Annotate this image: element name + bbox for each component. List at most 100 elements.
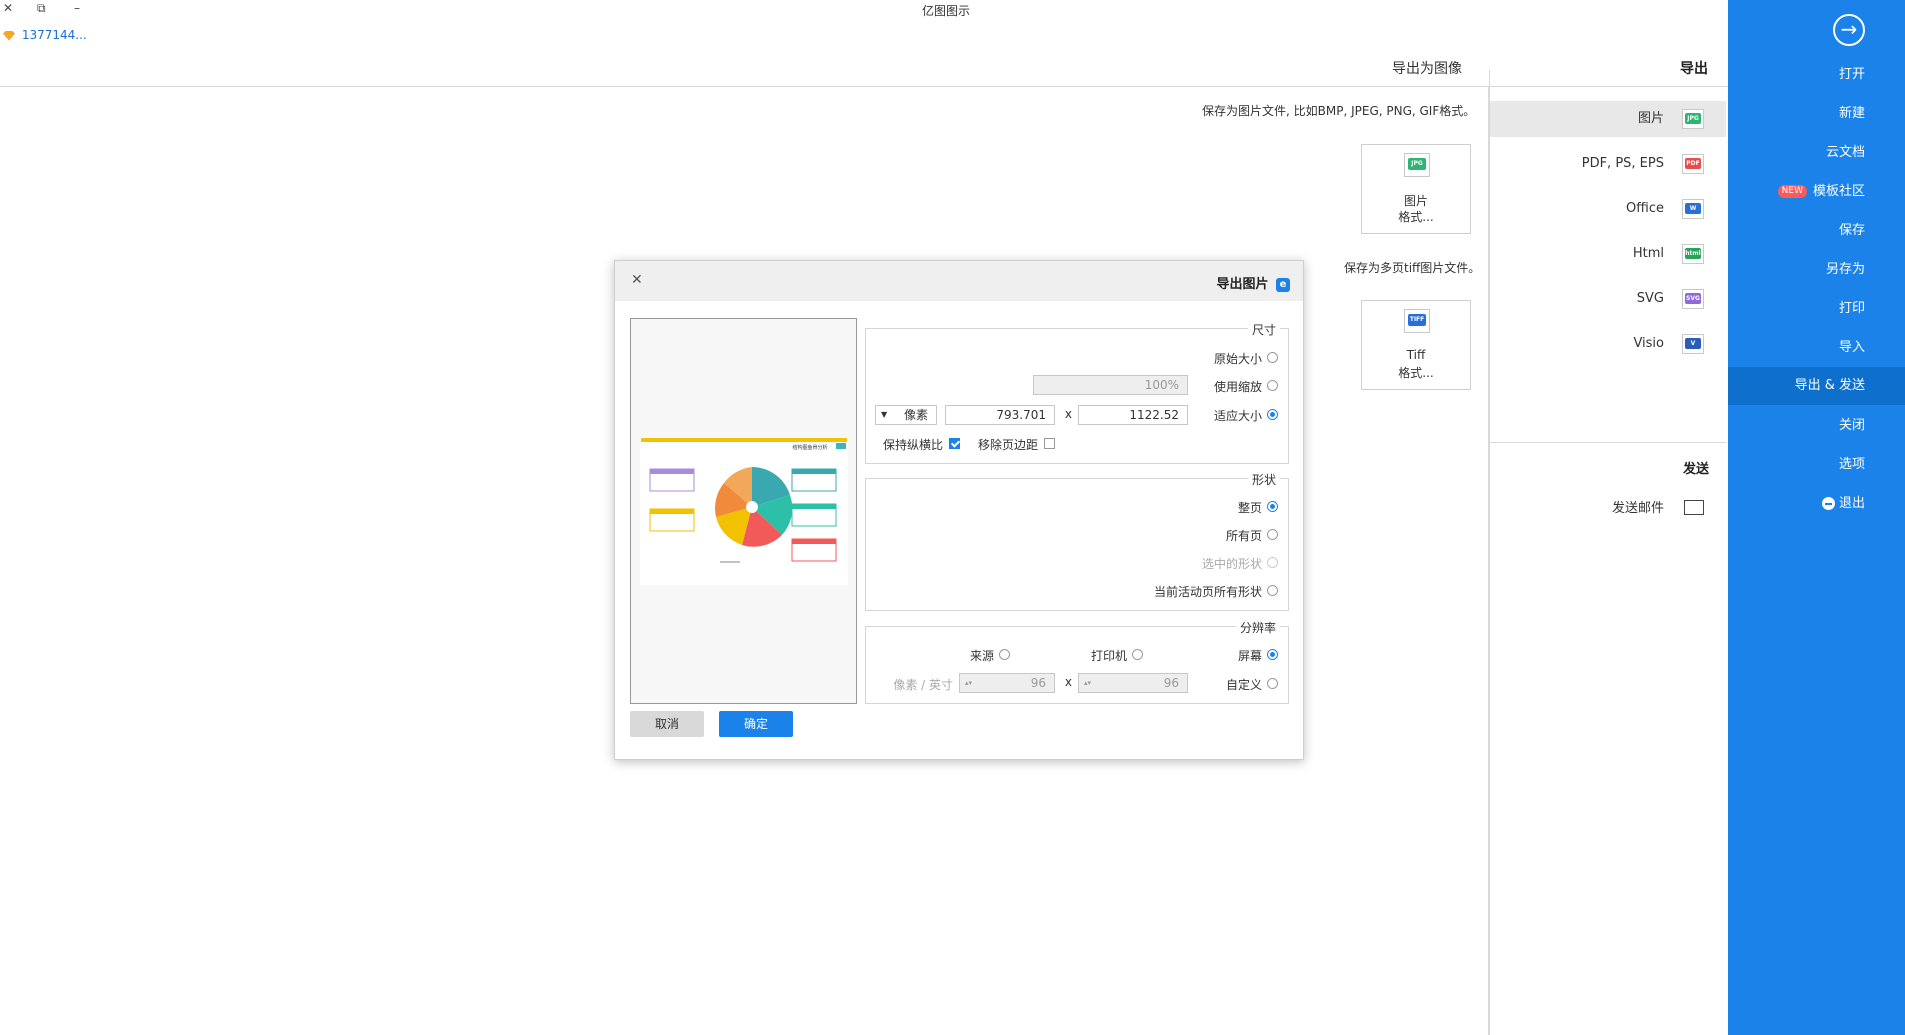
selected-shapes-label: 选中的形状 bbox=[1201, 557, 1262, 571]
tiff-description: 保存为多页tiff图片文件。 bbox=[1344, 261, 1481, 275]
user-name[interactable]: 1377144... bbox=[22, 28, 87, 42]
resolution-group: 分辨率 屏幕 打印机 来源 自定义 ▴▾ 96 x ▴▾ 96 像素 / 英寸 bbox=[865, 619, 1289, 704]
printer-label: 打印机 bbox=[1090, 649, 1127, 663]
original-size-label: 原始大小 bbox=[1213, 352, 1262, 366]
window-title: 亿图图示 bbox=[922, 4, 971, 18]
jpg-icon: JPG bbox=[1404, 153, 1430, 177]
unit-select[interactable]: ▼ 像素 bbox=[875, 405, 937, 425]
card-label: Tiff bbox=[1406, 348, 1426, 362]
sidebar-item-label: 退出 bbox=[1838, 496, 1865, 511]
back-arrow-icon[interactable]: → bbox=[1833, 14, 1865, 46]
sidebar-item-cloud[interactable]: 云文档 bbox=[1728, 134, 1905, 172]
height-input[interactable]: 793.701 bbox=[945, 405, 1055, 425]
custom-radio[interactable] bbox=[1267, 678, 1278, 689]
sidebar-item-close[interactable]: 关闭 bbox=[1728, 407, 1905, 445]
all-pages-radio[interactable] bbox=[1267, 529, 1278, 540]
whole-page-radio[interactable] bbox=[1267, 501, 1278, 512]
sidebar-item-save[interactable]: 保存 bbox=[1728, 212, 1905, 250]
stepper-icon: ▴▾ bbox=[965, 679, 973, 687]
sidebar-item-exit[interactable]: 退出 bbox=[1728, 485, 1905, 523]
sidebar-item-import[interactable]: 导入 bbox=[1728, 329, 1905, 367]
jpg-icon: JPG bbox=[1682, 109, 1704, 129]
shape-group: 形状 整页 所有页 选中的形状 当前活动页所有形状 bbox=[865, 471, 1289, 611]
detail-title: 导出为图像 bbox=[1392, 61, 1462, 77]
send-email-item[interactable]: 发送邮件 bbox=[1490, 491, 1726, 527]
image-format-card[interactable]: JPG 图片 格式... bbox=[1361, 144, 1471, 234]
current-page-shapes-radio[interactable] bbox=[1267, 585, 1278, 596]
minimize-window-button[interactable]: – bbox=[74, 1, 80, 15]
export-type-image[interactable]: JPG 图片 bbox=[1490, 101, 1726, 137]
size-times-label: x bbox=[1064, 407, 1072, 421]
dialog-header: ✕ 导出图片 e bbox=[615, 261, 1303, 301]
selected-shapes-radio[interactable] bbox=[1267, 557, 1278, 568]
source-label: 来源 bbox=[969, 649, 994, 663]
export-type-list: JPG 图片 PDF PDF, PS, EPS W Office html Ht… bbox=[1489, 70, 1729, 1035]
export-type-label: 图片 bbox=[1637, 111, 1664, 126]
export-type-visio[interactable]: V Visio bbox=[1490, 326, 1726, 362]
svg-icon: SVG bbox=[1682, 289, 1704, 309]
preview-diagram: 结构图鱼骨分析 xxxxxxxxxx bbox=[641, 438, 847, 564]
remove-margin-checkbox[interactable] bbox=[1044, 438, 1055, 449]
keep-ratio-checkbox[interactable] bbox=[949, 438, 960, 449]
sidebar-item-new[interactable]: 新建 bbox=[1728, 95, 1905, 133]
sidebar-item-open[interactable]: 打开 bbox=[1728, 56, 1905, 94]
stepper-icon: ▴▾ bbox=[1084, 679, 1092, 687]
res-unit-label: 像素 / 英寸 bbox=[893, 678, 953, 692]
whole-page-label: 整页 bbox=[1237, 501, 1262, 515]
printer-radio[interactable] bbox=[1132, 649, 1143, 660]
size-group: 尺寸 原始大小 使用缩放 100% 适应大小 1122.52 x 793.701… bbox=[865, 321, 1289, 464]
card-sublabel: 格式... bbox=[1398, 210, 1434, 224]
new-badge: NEW bbox=[1777, 185, 1807, 198]
sidebar-item-label: 模板社区 bbox=[1812, 184, 1865, 199]
sidebar-item-save-as[interactable]: 另存为 bbox=[1728, 251, 1905, 289]
svg-text:xxxxxxxxxx: xxxxxxxxxx bbox=[720, 559, 740, 564]
export-type-label: Office bbox=[1626, 201, 1664, 216]
res-x-input[interactable]: ▴▾ 96 bbox=[1078, 673, 1188, 693]
send-email-label: 发送邮件 bbox=[1611, 501, 1664, 516]
source-radio[interactable] bbox=[999, 649, 1010, 660]
cancel-button[interactable]: 取消 bbox=[630, 711, 704, 737]
use-zoom-radio[interactable] bbox=[1267, 380, 1278, 391]
export-type-html[interactable]: html Html bbox=[1490, 236, 1726, 272]
preview-pane: 结构图鱼骨分析 xxxxxxxxxx bbox=[630, 318, 857, 704]
export-image-dialog: ✕ 导出图片 e 结构图鱼骨分析 xxxxxxxxxx 尺寸 原始大小 使用缩放… bbox=[614, 260, 1304, 760]
sidebar-item-options[interactable]: 选项 bbox=[1728, 446, 1905, 484]
card-label: 图片 bbox=[1403, 194, 1428, 208]
export-type-label: SVG bbox=[1636, 291, 1664, 306]
export-type-svg[interactable]: SVG SVG bbox=[1490, 281, 1726, 317]
original-size-radio[interactable] bbox=[1267, 352, 1278, 363]
screen-radio[interactable] bbox=[1267, 649, 1278, 660]
current-page-shapes-label: 当前活动页所有形状 bbox=[1153, 585, 1262, 599]
visio-icon: V bbox=[1682, 334, 1704, 354]
keep-ratio-label: 保持纵横比 bbox=[882, 438, 943, 452]
width-input[interactable]: 1122.52 bbox=[1078, 405, 1188, 425]
shape-group-title: 形状 bbox=[1247, 471, 1280, 488]
zoom-select[interactable]: 100% bbox=[1033, 375, 1188, 395]
use-zoom-label: 使用缩放 bbox=[1213, 380, 1262, 394]
image-description: 保存为图片文件, 比如BMP, JPEG, PNG, GIF格式。 bbox=[1202, 104, 1476, 118]
screen-label: 屏幕 bbox=[1237, 649, 1262, 663]
fit-size-label: 适应大小 bbox=[1213, 409, 1262, 423]
divider bbox=[1490, 442, 1726, 443]
export-type-pdf[interactable]: PDF PDF, PS, EPS bbox=[1490, 146, 1726, 182]
sidebar-item-export-send[interactable]: 导出 & 发送 bbox=[1728, 367, 1905, 405]
all-pages-label: 所有页 bbox=[1225, 529, 1262, 543]
user-account[interactable]: 1377144... bbox=[3, 28, 87, 42]
fit-size-radio[interactable] bbox=[1267, 409, 1278, 420]
res-y-input[interactable]: ▴▾ 96 bbox=[959, 673, 1055, 693]
tiff-format-card[interactable]: TIFF Tiff 格式... bbox=[1361, 300, 1471, 390]
export-type-label: Html bbox=[1632, 246, 1664, 261]
mail-icon bbox=[1684, 500, 1704, 515]
backstage-sidebar: → 打开 新建 云文档 NEW 模板社区 保存 另存为 打印 导入 导出 & 发送… bbox=[1728, 0, 1905, 1035]
close-window-button[interactable]: ✕ bbox=[3, 1, 13, 15]
ok-button[interactable]: 确定 bbox=[719, 711, 793, 737]
header-divider bbox=[0, 86, 1728, 87]
chevron-down-icon: ▼ bbox=[881, 410, 888, 419]
export-type-office[interactable]: W Office bbox=[1490, 191, 1726, 227]
restore-window-button[interactable]: ⧉ bbox=[37, 1, 46, 16]
vip-diamond-icon bbox=[3, 30, 15, 41]
sidebar-item-template-community[interactable]: NEW 模板社区 bbox=[1728, 173, 1905, 211]
dialog-close-icon[interactable]: ✕ bbox=[631, 272, 643, 288]
sidebar-item-print[interactable]: 打印 bbox=[1728, 290, 1905, 328]
html-icon: html bbox=[1682, 244, 1704, 264]
